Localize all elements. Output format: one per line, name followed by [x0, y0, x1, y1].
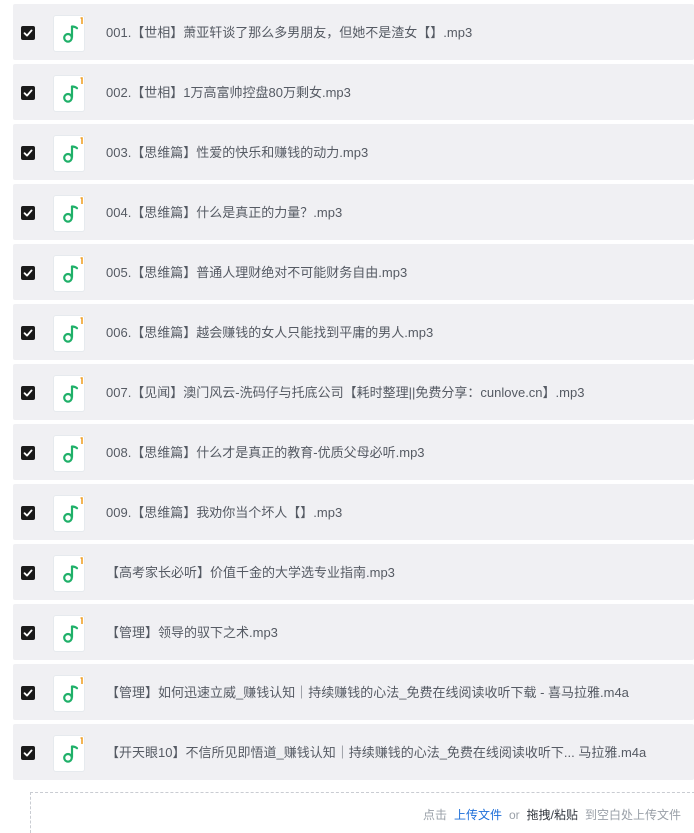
dropzone-hint: 点击 上传文件 or 拖拽/粘贴 到空白处上传文件 [423, 807, 681, 823]
checkmark-icon [23, 749, 33, 757]
file-checkbox[interactable] [21, 386, 35, 400]
checkmark-icon [23, 89, 33, 97]
checkmark-icon [23, 449, 33, 457]
file-name: 001.【世相】萧亚轩谈了那么多男朋友，但她不是渣女【】.mp3 [106, 25, 473, 40]
file-name: 003.【思维篇】性爱的快乐和赚钱的动力.mp3 [106, 145, 369, 160]
music-note-icon [54, 76, 84, 111]
checkmark-icon [23, 629, 33, 637]
music-note-icon [54, 736, 84, 771]
file-name: 009.【思维篇】我劝你当个坏人【】.mp3 [106, 505, 343, 520]
file-checkbox[interactable] [21, 506, 35, 520]
file-checkbox[interactable] [21, 446, 35, 460]
file-checkbox[interactable] [21, 686, 35, 700]
checkmark-icon [23, 509, 33, 517]
file-name: 006.【思维篇】越会赚钱的女人只能找到平庸的男人.mp3 [106, 325, 434, 340]
upload-dropzone[interactable]: 点击 上传文件 or 拖拽/粘贴 到空白处上传文件 [30, 792, 694, 833]
music-note-icon [54, 196, 84, 231]
file-row[interactable]: 【管理】如何迅速立威_赚钱认知｜持续赚钱的心法_免费在线阅读收听下载 - 喜马拉… [13, 664, 694, 720]
file-name: 004.【思维篇】什么是真正的力量？.mp3 [106, 205, 343, 220]
checkmark-icon [23, 29, 33, 37]
dropzone-prefix: 点击 [422, 808, 447, 822]
file-checkbox[interactable] [21, 746, 35, 760]
music-note-icon [54, 496, 84, 531]
file-row[interactable]: 005.【思维篇】普通人理财绝对不可能财务自由.mp3 [13, 244, 694, 300]
file-row[interactable]: 007.【见闻】澳门风云-洗码仔与托底公司【耗时整理||免费分享：cunlove… [13, 364, 694, 420]
checkmark-icon [23, 269, 33, 277]
music-note-icon [54, 616, 84, 651]
file-name: 007.【见闻】澳门风云-洗码仔与托底公司【耗时整理||免费分享：cunlove… [106, 385, 585, 400]
file-name: 【管理】如何迅速立威_赚钱认知｜持续赚钱的心法_免费在线阅读收听下载 - 喜马拉… [106, 685, 629, 700]
file-checkbox[interactable] [21, 566, 35, 580]
music-note-icon [54, 16, 84, 51]
file-row[interactable]: 【管理】领导的驭下之术.mp3 [13, 604, 694, 660]
file-list: 001.【世相】萧亚轩谈了那么多男朋友，但她不是渣女【】.mp3 002.【世相】… [13, 4, 694, 784]
file-name: 005.【思维篇】普通人理财绝对不可能财务自由.mp3 [106, 265, 408, 280]
checkmark-icon [23, 209, 33, 217]
file-checkbox[interactable] [21, 146, 35, 160]
checkmark-icon [23, 569, 33, 577]
music-note-icon [54, 436, 84, 471]
file-row[interactable]: 006.【思维篇】越会赚钱的女人只能找到平庸的男人.mp3 [13, 304, 694, 360]
drag-paste-link[interactable]: 拖拽/粘贴 [527, 808, 578, 822]
file-name: 【开天眼10】不信所见即悟道_赚钱认知｜持续赚钱的心法_免费在线阅读收听下...… [106, 745, 647, 760]
checkmark-icon [23, 689, 33, 697]
file-name: 002.【世相】1万高富帅控盘80万剩女.mp3 [106, 85, 351, 100]
checkmark-icon [23, 389, 33, 397]
music-note-icon [54, 556, 84, 591]
music-note-icon [54, 676, 84, 711]
file-row[interactable]: 009.【思维篇】我劝你当个坏人【】.mp3 [13, 484, 694, 540]
music-note-icon [54, 316, 84, 351]
music-note-icon [54, 376, 84, 411]
checkmark-icon [23, 329, 33, 337]
file-row[interactable]: 【高考家长必听】价值千金的大学选专业指南.mp3 [13, 544, 694, 600]
file-row[interactable]: 【开天眼10】不信所见即悟道_赚钱认知｜持续赚钱的心法_免费在线阅读收听下...… [13, 724, 694, 780]
dropzone-suffix: 到空白处上传文件 [584, 808, 681, 822]
file-checkbox[interactable] [21, 626, 35, 640]
file-row[interactable]: 001.【世相】萧亚轩谈了那么多男朋友，但她不是渣女【】.mp3 [13, 4, 694, 60]
music-note-icon [54, 256, 84, 291]
file-checkbox[interactable] [21, 26, 35, 40]
upload-file-link[interactable]: 上传文件 [454, 808, 502, 822]
file-checkbox[interactable] [21, 326, 35, 340]
file-checkbox[interactable] [21, 206, 35, 220]
file-name: 008.【思维篇】什么才是真正的教育-优质父母必听.mp3 [106, 445, 425, 460]
checkmark-icon [23, 149, 33, 157]
file-checkbox[interactable] [21, 86, 35, 100]
dropzone-or: or [508, 808, 520, 822]
file-row[interactable]: 002.【世相】1万高富帅控盘80万剩女.mp3 [13, 64, 694, 120]
file-name: 【管理】领导的驭下之术.mp3 [106, 625, 278, 640]
file-checkbox[interactable] [21, 266, 35, 280]
file-row[interactable]: 008.【思维篇】什么才是真正的教育-优质父母必听.mp3 [13, 424, 694, 480]
music-note-icon [54, 136, 84, 171]
file-row[interactable]: 003.【思维篇】性爱的快乐和赚钱的动力.mp3 [13, 124, 694, 180]
file-row[interactable]: 004.【思维篇】什么是真正的力量？.mp3 [13, 184, 694, 240]
file-name: 【高考家长必听】价值千金的大学选专业指南.mp3 [106, 565, 395, 580]
